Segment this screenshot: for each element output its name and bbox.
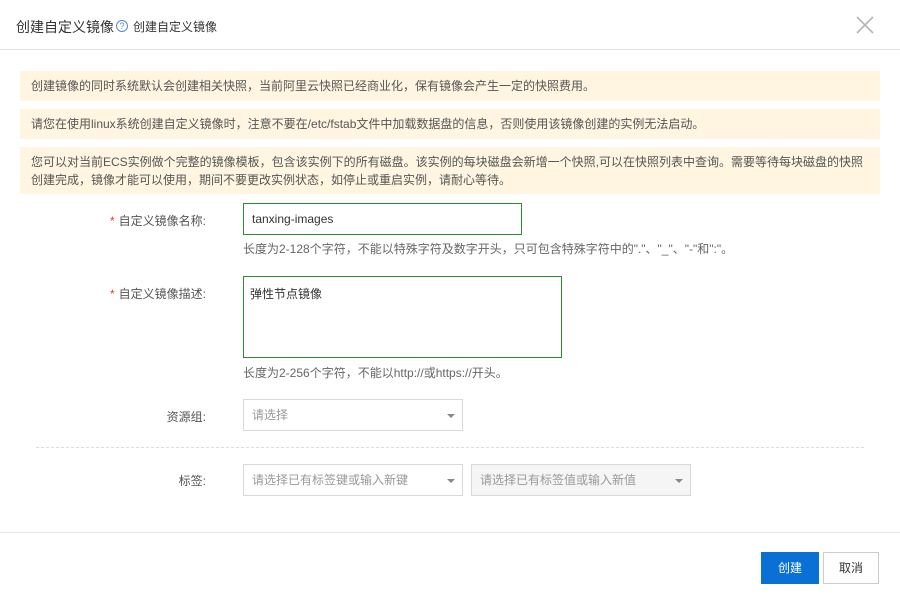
notice-snapshot-fee: 创建镜像的同时系统默认会创建相关快照，当前阿里云快照已经商业化，保有镜像会产生一… [20, 71, 880, 101]
resource-group-label: 资源组: [166, 410, 206, 424]
create-button[interactable]: 创建 [761, 552, 819, 584]
image-name-label-text: 自定义镜像名称: [118, 214, 206, 228]
image-name-input[interactable] [243, 203, 522, 235]
footer-divider [0, 532, 900, 533]
cancel-button[interactable]: 取消 [823, 552, 879, 584]
tag-key-placeholder: 请选择已有标签键或输入新键 [252, 473, 409, 487]
chevron-down-icon [675, 479, 683, 483]
required-mark: * [109, 287, 115, 301]
help-link[interactable]: 创建自定义镜像 [133, 18, 217, 35]
notice-fstab: 请您在使用linux系统创建自定义镜像时，注意不要在/etc/fstab文件中加… [20, 109, 880, 139]
dialog-header: 创建自定义镜像 ? 创建自定义镜像 [0, 0, 900, 50]
image-description-label: * 自定义镜像描述: [0, 285, 206, 302]
tag-key-select[interactable]: 请选择已有标签键或输入新键 [243, 464, 463, 496]
tag-value-placeholder: 请选择已有标签值或输入新值 [480, 473, 637, 487]
resource-group-select[interactable]: 请选择 [243, 399, 463, 431]
chevron-down-icon [447, 414, 455, 418]
help-icon[interactable]: ? [116, 20, 128, 32]
required-mark: * [109, 214, 115, 228]
resource-group-placeholder: 请选择 [252, 408, 289, 422]
dialog-title: 创建自定义镜像 [16, 19, 114, 35]
tags-label: 标签: [178, 474, 206, 488]
image-name-label: * 自定义镜像名称: [0, 212, 206, 229]
image-description-hint: 长度为2-256个字符，不能以http://或https://开头。 [243, 366, 508, 380]
image-description-label-text: 自定义镜像描述: [118, 287, 206, 301]
tag-value-select[interactable]: 请选择已有标签值或输入新值 [471, 464, 691, 496]
image-name-hint: 长度为2-128个字符，不能以特殊字符及数字开头，只可包含特殊字符中的"."、"… [243, 242, 734, 256]
notice-full-image: 您可以对当前ECS实例做个完整的镜像模板，包含该实例下的所有磁盘。该实例的每块磁… [20, 147, 880, 194]
image-description-textarea[interactable]: 弹性节点镜像 [243, 276, 562, 358]
close-icon[interactable] [854, 14, 876, 36]
create-image-dialog: 创建自定义镜像 ? 创建自定义镜像 创建镜像的同时系统默认会创建相关快照，当前阿… [0, 0, 900, 604]
chevron-down-icon [447, 479, 455, 483]
form-divider [36, 447, 864, 448]
